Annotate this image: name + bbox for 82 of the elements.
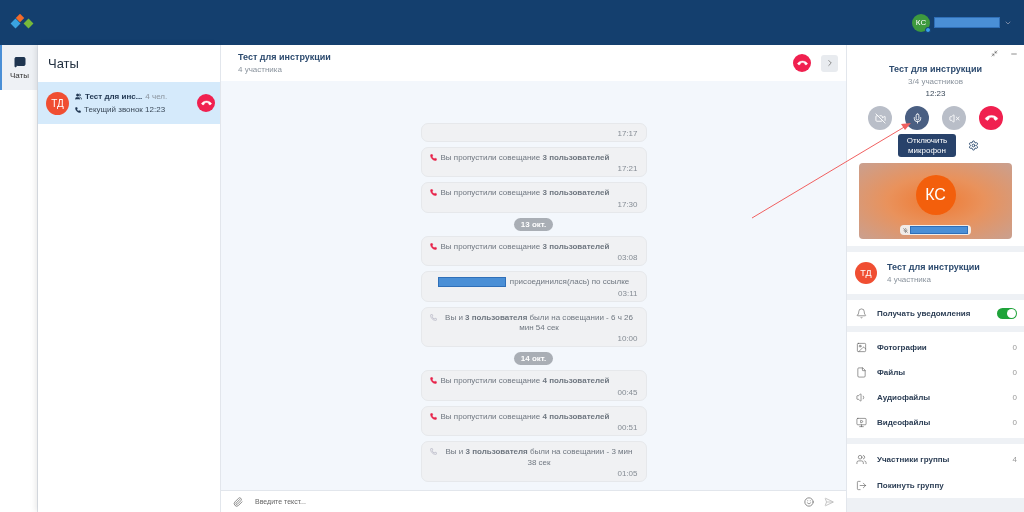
call-status: Текущий звонок 12:23	[84, 105, 166, 114]
redaction-bar	[934, 17, 1000, 28]
message-text: Вы пропустили совещание 4 пользователей	[440, 411, 610, 423]
member-count: 4 чел.	[145, 92, 168, 101]
redaction-bar	[437, 277, 506, 288]
call-duration: 12:23	[925, 89, 946, 98]
chat-subtitle: 4 участника	[238, 65, 283, 74]
video-icon	[856, 417, 867, 429]
missed-call-icon	[429, 154, 437, 162]
missed-call-icon	[429, 412, 437, 420]
message-time: 03:11	[618, 288, 638, 298]
message-text: Вы пропустили совещание 4 пользователей	[440, 376, 610, 387]
camera-off-icon	[874, 112, 886, 124]
message-text: присоединился(лась) по ссылке	[509, 277, 630, 288]
redaction-bar	[910, 226, 968, 235]
hang-up-button[interactable]	[979, 106, 1003, 130]
message-time: 17:17	[617, 129, 638, 139]
call-icon	[429, 448, 437, 456]
list-item[interactable]: Участники группы 4	[847, 446, 1024, 473]
chat-avatar: ТД	[46, 91, 69, 115]
expand-button[interactable]	[821, 54, 838, 72]
speaker-off-icon	[948, 112, 960, 124]
user-avatar[interactable]: КС	[912, 13, 930, 32]
date-chip: 14 окт.	[513, 352, 554, 366]
logout-icon	[856, 479, 867, 491]
message-time: 17:21	[617, 164, 638, 174]
message-text: Вы пропустили совещание 3 пользователей	[440, 188, 610, 199]
hang-up-button[interactable]	[197, 94, 215, 112]
list-item[interactable]: Покинуть группу	[847, 472, 1024, 499]
group-subtitle: 4 участника	[887, 275, 932, 285]
users-icon	[856, 453, 867, 465]
phone-icon	[75, 106, 81, 113]
list-item[interactable]: Файлы 0	[847, 360, 1024, 386]
minus-icon[interactable]	[1010, 50, 1018, 58]
mic-off-icon	[903, 227, 908, 233]
microphone-button[interactable]	[905, 106, 929, 130]
chat-list-title: Чаты	[47, 55, 80, 73]
group-avatar: ТД	[855, 262, 877, 285]
message-time: 03:08	[617, 253, 638, 263]
speaker-icon	[856, 392, 867, 404]
group-icon	[75, 93, 82, 100]
tooltip: Отключить микрофон	[898, 134, 956, 158]
speaker-button[interactable]	[942, 106, 966, 130]
bell-icon	[856, 307, 867, 319]
image-icon	[856, 342, 867, 354]
message-time: 00:51	[617, 423, 638, 433]
call-title: Тест для инструкции	[889, 64, 982, 74]
participant-count: 3/4 участников	[908, 77, 963, 86]
attach-icon[interactable]	[233, 496, 243, 507]
message-text: Вы и 3 пользователя были на совещании - 6 ч 26 мин 54 сек	[444, 312, 634, 334]
message-time: 00:45	[617, 387, 638, 397]
minimize-icon[interactable]	[991, 50, 998, 57]
camera-button[interactable]	[868, 106, 892, 130]
message-time: 10:00	[617, 334, 638, 344]
notifications-label: Получать уведомления	[877, 308, 972, 318]
missed-call-icon	[429, 377, 437, 385]
list-item[interactable]: Фотографии 0	[847, 335, 1024, 361]
message-text: Вы и 3 пользователя были на совещании - 3 мин 38 сек	[444, 447, 634, 468]
chat-title: Тест для инструкции	[238, 52, 332, 62]
call-icon	[429, 313, 437, 321]
list-item[interactable]: Видеофайлы 0	[847, 410, 1024, 436]
missed-call-icon	[429, 242, 437, 250]
list-item[interactable]: Аудиофайлы 0	[847, 385, 1024, 411]
hang-up-button[interactable]	[793, 54, 811, 72]
message-text: Вы пропустили совещание 3 пользователей	[440, 241, 610, 253]
notifications-toggle[interactable]	[997, 307, 1017, 319]
message-text: Вы пропустили совещание 3 пользователей	[440, 153, 610, 164]
chat-icon	[13, 55, 26, 68]
file-icon	[856, 367, 867, 379]
participant-avatar: КС	[915, 175, 956, 216]
settings-icon[interactable]	[968, 140, 979, 152]
chat-name: Тест для инс...	[85, 92, 143, 101]
message-time: 01:05	[617, 469, 638, 478]
smile-icon[interactable]	[804, 496, 814, 507]
message-time: 17:30	[617, 199, 638, 209]
date-chip: 13 окт.	[513, 217, 554, 231]
chat-list-item[interactable]: ТД Тест для инс... 4 чел. Текущий звонок 12:23	[38, 82, 220, 124]
nav-item[interactable]: Чаты	[0, 45, 37, 90]
microphone-icon	[911, 112, 923, 124]
missed-call-icon	[429, 189, 437, 197]
group-title: Тест для инструкции	[887, 262, 981, 273]
send-icon[interactable]	[824, 496, 834, 507]
